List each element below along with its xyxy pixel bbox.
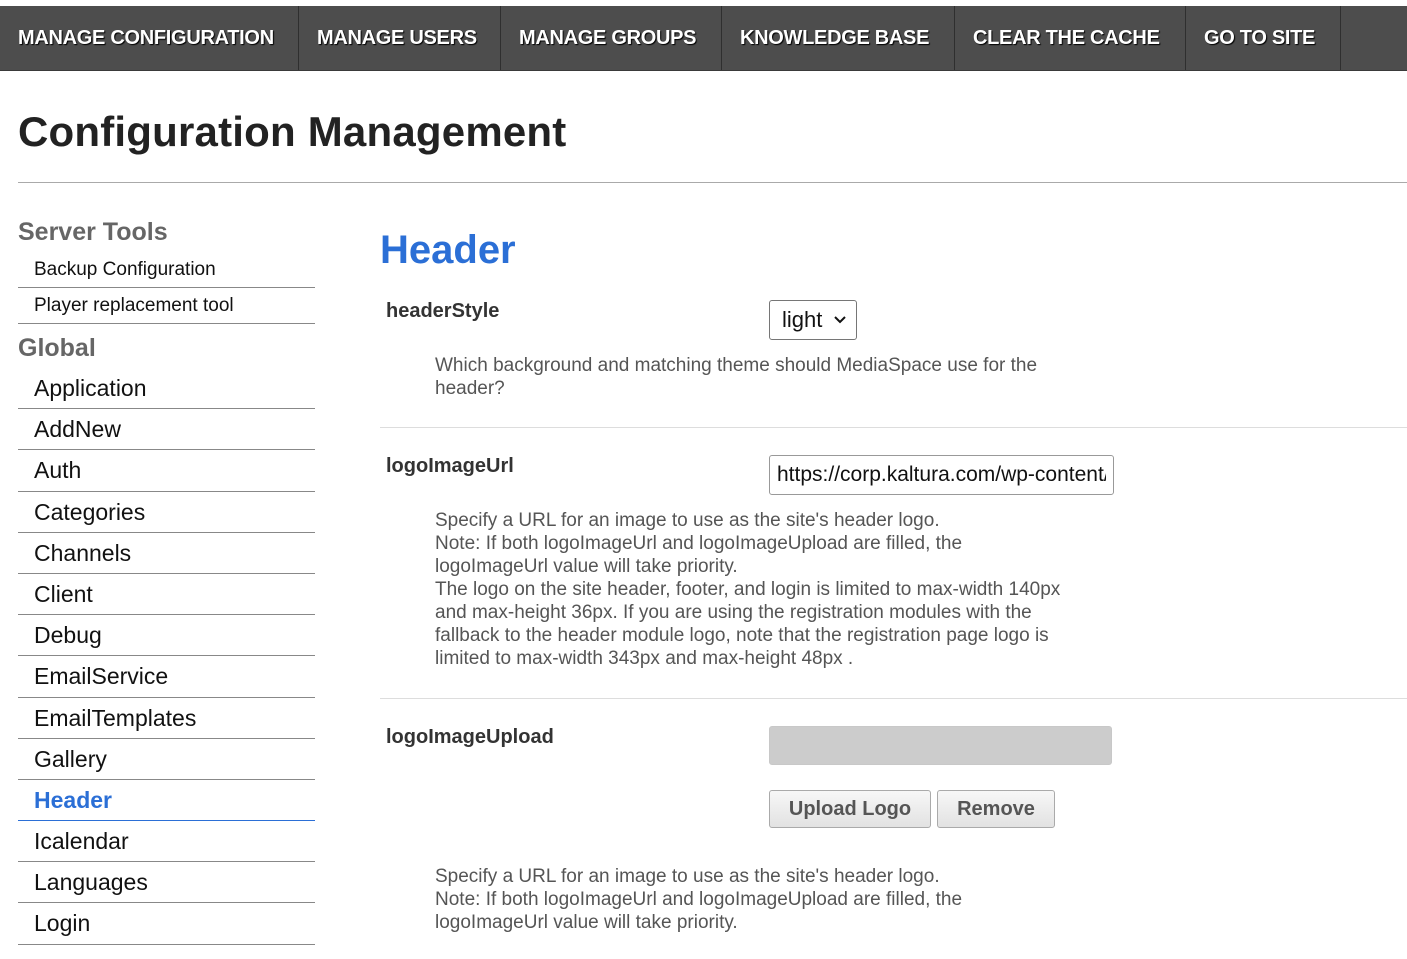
nav-manage-groups[interactable]: MANAGE GROUPS xyxy=(501,6,722,70)
sidebar-item-debug[interactable]: Debug xyxy=(18,615,315,657)
sidebar-item-channels[interactable]: Channels xyxy=(18,533,315,574)
desc-line: The logo on the site header, footer, and… xyxy=(435,579,1061,669)
chevron-down-icon xyxy=(834,316,846,324)
nav-clear-cache[interactable]: CLEAR THE CACHE xyxy=(955,6,1186,70)
upload-logo-button[interactable]: Upload Logo xyxy=(769,790,931,828)
field-desc-logo-image-url: Specify a URL for an image to use as the… xyxy=(435,509,1095,670)
main-content: Header headerStyle light Which backgroun… xyxy=(380,220,1407,959)
sidebar-item-application[interactable]: Application xyxy=(18,368,315,410)
field-desc-header-style: Which background and matching theme shou… xyxy=(435,355,1038,399)
sidebar-item-languages[interactable]: Languages xyxy=(18,862,315,904)
sidebar-item-gallery[interactable]: Gallery xyxy=(18,739,315,780)
nav-manage-configuration[interactable]: MANAGE CONFIGURATION xyxy=(0,6,299,70)
sidebar-item-categories[interactable]: Categories xyxy=(18,492,315,533)
header-style-select[interactable]: light xyxy=(769,300,857,340)
sidebar-item-addnew[interactable]: AddNew xyxy=(18,409,315,451)
field-logo-image-url: logoImageUrl Specify a URL for an image … xyxy=(380,428,1407,699)
sidebar: Server Tools Backup Configuration Player… xyxy=(18,214,315,945)
sidebar-item-icalendar[interactable]: Icalendar xyxy=(18,821,315,863)
page-title: Configuration Management xyxy=(18,108,567,155)
sidebar-item-client[interactable]: Client xyxy=(18,574,315,616)
logo-upload-preview-field xyxy=(769,726,1112,765)
sidebar-heading-global: Global xyxy=(18,334,96,362)
desc-line: Specify a URL for an image to use as the… xyxy=(435,510,940,531)
field-header-style: headerStyle light Which background and m… xyxy=(380,280,1407,428)
nav-knowledge-base[interactable]: KNOWLEDGE BASE xyxy=(722,6,955,70)
remove-logo-button[interactable]: Remove xyxy=(937,790,1055,828)
nav-go-to-site[interactable]: GO TO SITE xyxy=(1186,6,1341,70)
sidebar-item-player-replacement-tool[interactable]: Player replacement tool xyxy=(18,288,315,324)
field-label-header-style: headerStyle xyxy=(386,300,500,322)
top-nav: MANAGE CONFIGURATION MANAGE USERS MANAGE… xyxy=(0,6,1407,71)
sidebar-item-emailservice[interactable]: EmailService xyxy=(18,656,315,698)
sidebar-item-backup-configuration[interactable]: Backup Configuration xyxy=(18,252,315,288)
field-logo-image-upload: logoImageUpload Upload Logo Remove Speci… xyxy=(380,699,1407,959)
header-style-select-value: light xyxy=(782,307,823,332)
sidebar-item-emailtemplates[interactable]: EmailTemplates xyxy=(18,698,315,739)
desc-line: Specify a URL for an image to use as the… xyxy=(435,866,940,887)
desc-line: Note: If both logoImageUrl and logoImage… xyxy=(435,533,963,577)
sidebar-item-header[interactable]: Header xyxy=(18,780,315,822)
logo-image-url-input[interactable] xyxy=(769,455,1114,495)
sidebar-heading-server-tools: Server Tools xyxy=(18,218,168,246)
desc-line: Note: If both logoImageUrl and logoImage… xyxy=(435,889,963,933)
sidebar-item-auth[interactable]: Auth xyxy=(18,450,315,492)
field-label-logo-image-url: logoImageUrl xyxy=(386,455,514,477)
sidebar-item-login[interactable]: Login xyxy=(18,903,315,945)
nav-manage-users[interactable]: MANAGE USERS xyxy=(299,6,501,70)
field-desc-logo-image-upload: Specify a URL for an image to use as the… xyxy=(435,865,1015,934)
field-label-logo-image-upload: logoImageUpload xyxy=(386,726,554,748)
title-divider xyxy=(18,182,1407,183)
section-heading: Header xyxy=(380,228,516,272)
